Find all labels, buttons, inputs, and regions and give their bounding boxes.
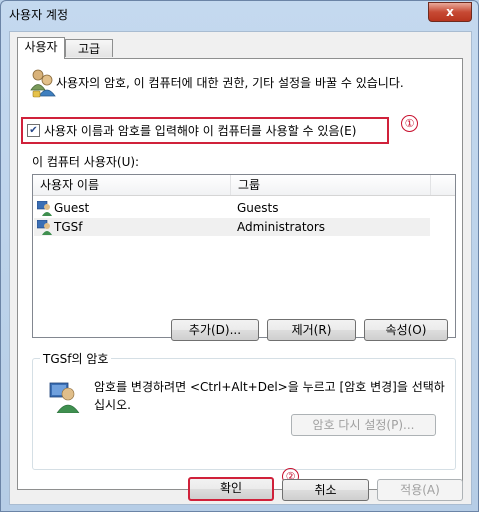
password-group-title: TGSf의 암호 xyxy=(40,350,112,367)
user-icon xyxy=(37,201,52,216)
panel-description: 사용자의 암호, 이 컴퓨터에 대한 권한, 기타 설정을 바꿀 수 있습니다. xyxy=(56,76,404,90)
column-header-username[interactable]: 사용자 이름 xyxy=(33,175,231,195)
require-password-row[interactable]: ✔ 사용자 이름과 암호를 입력해야 이 컴퓨터를 사용할 수 있음(E) xyxy=(21,117,389,144)
user-name-cell: TGSf xyxy=(54,220,83,234)
apply-button[interactable]: 적용(A) xyxy=(377,479,463,501)
close-button[interactable]: x xyxy=(428,2,472,22)
add-user-button[interactable]: 추가(D)... xyxy=(171,319,259,341)
column-header-group[interactable]: 그룹 xyxy=(231,175,431,195)
dialog-client-area: 사용자 고급 사용자의 암호, 이 컴퓨터에 대한 권한, 기타 설정을 바꿀 … xyxy=(9,31,472,505)
properties-button[interactable]: 속성(O) xyxy=(364,319,448,341)
window-title: 사용자 계정 xyxy=(9,8,69,22)
require-password-label: 사용자 이름과 암호를 입력해야 이 컴퓨터를 사용할 수 있음(E) xyxy=(44,124,357,138)
ok-button[interactable]: 확인 xyxy=(188,477,274,501)
require-password-checkbox[interactable]: ✔ xyxy=(27,124,40,137)
user-group-cell: Guests xyxy=(237,201,279,215)
users-list-caption: 이 컴퓨터 사용자(U): xyxy=(32,155,140,169)
cancel-button[interactable]: 취소 xyxy=(282,479,369,501)
users-listview[interactable]: 사용자 이름 그룹 Guest Guests TGSf Administrato… xyxy=(32,174,456,338)
tab-users[interactable]: 사용자 xyxy=(17,37,65,59)
user-name-cell: Guest xyxy=(54,201,90,215)
password-user-icon xyxy=(49,382,80,413)
admin-user-icon xyxy=(37,220,52,235)
user-group-cell: Administrators xyxy=(237,220,326,234)
users-icon xyxy=(30,69,56,98)
password-group-text: 암호를 변경하려면 <Ctrl+Alt+Del>을 누르고 [암호 변경]을 선… xyxy=(94,380,445,412)
reset-password-button[interactable]: 암호 다시 설정(P)... xyxy=(291,414,436,436)
tab-advanced[interactable]: 고급 xyxy=(65,39,113,57)
user-row-guest[interactable]: Guest Guests xyxy=(34,199,430,217)
listview-header: 사용자 이름 그룹 xyxy=(33,175,455,196)
annotation-1: ① xyxy=(401,115,418,132)
user-row-tgsf[interactable]: TGSf Administrators xyxy=(34,218,430,236)
user-accounts-window: 사용자 계정 x 사용자 고급 사용자의 암호, 이 컴퓨터에 대한 권한, 기… xyxy=(0,0,479,512)
remove-user-button[interactable]: 제거(R) xyxy=(267,319,356,341)
